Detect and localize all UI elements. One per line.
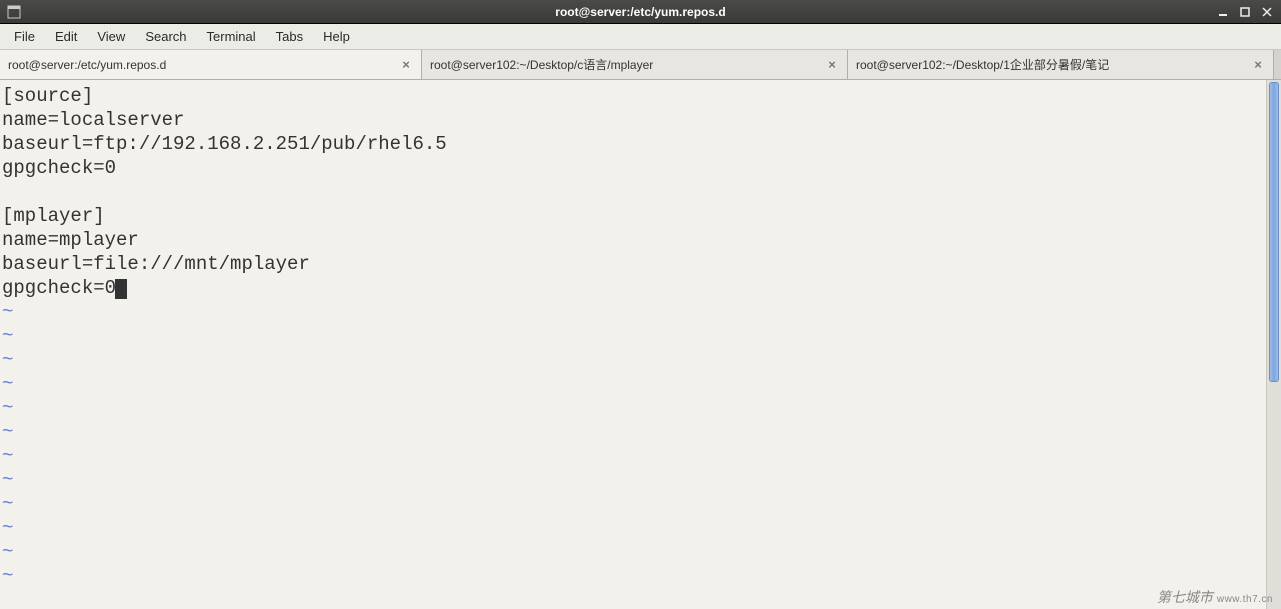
scroll-thumb[interactable] xyxy=(1269,82,1279,382)
menu-search[interactable]: Search xyxy=(135,25,196,48)
tab-3[interactable]: root@server102:~/Desktop/1企业部分暑假/笔记 × xyxy=(848,50,1274,79)
window-close-button[interactable] xyxy=(1257,4,1277,20)
tab-2[interactable]: root@server102:~/Desktop/c语言/mplayer × xyxy=(422,50,848,79)
tab-label: root@server102:~/Desktop/c语言/mplayer xyxy=(430,56,815,73)
menu-file[interactable]: File xyxy=(4,25,45,48)
scrollbar[interactable] xyxy=(1266,80,1281,609)
tab-label: root@server:/etc/yum.repos.d xyxy=(8,58,389,72)
tab-close-icon[interactable]: × xyxy=(399,58,413,72)
tabstrip: root@server:/etc/yum.repos.d × root@serv… xyxy=(0,50,1281,80)
window-titlebar: root@server:/etc/yum.repos.d xyxy=(0,0,1281,24)
watermark-text: 第七城市 xyxy=(1157,589,1213,605)
terminal-output[interactable]: [source] name=localserver baseurl=ftp://… xyxy=(0,80,1266,609)
tab-close-icon[interactable]: × xyxy=(825,58,839,72)
tab-1[interactable]: root@server:/etc/yum.repos.d × xyxy=(0,50,422,79)
window-system-icon[interactable] xyxy=(4,2,24,22)
watermark: 第七城市 www.th7.cn xyxy=(1157,587,1273,607)
tab-label: root@server102:~/Desktop/1企业部分暑假/笔记 xyxy=(856,56,1241,73)
menu-terminal[interactable]: Terminal xyxy=(197,25,266,48)
tab-close-icon[interactable]: × xyxy=(1251,58,1265,72)
watermark-url: www.th7.cn xyxy=(1217,594,1273,605)
menu-help[interactable]: Help xyxy=(313,25,360,48)
menu-view[interactable]: View xyxy=(87,25,135,48)
window-title: root@server:/etc/yum.repos.d xyxy=(0,5,1281,19)
menubar: File Edit View Search Terminal Tabs Help xyxy=(0,24,1281,50)
cursor xyxy=(115,279,127,299)
menu-edit[interactable]: Edit xyxy=(45,25,87,48)
menu-tabs[interactable]: Tabs xyxy=(266,25,313,48)
window-minimize-button[interactable] xyxy=(1213,4,1233,20)
window-maximize-button[interactable] xyxy=(1235,4,1255,20)
